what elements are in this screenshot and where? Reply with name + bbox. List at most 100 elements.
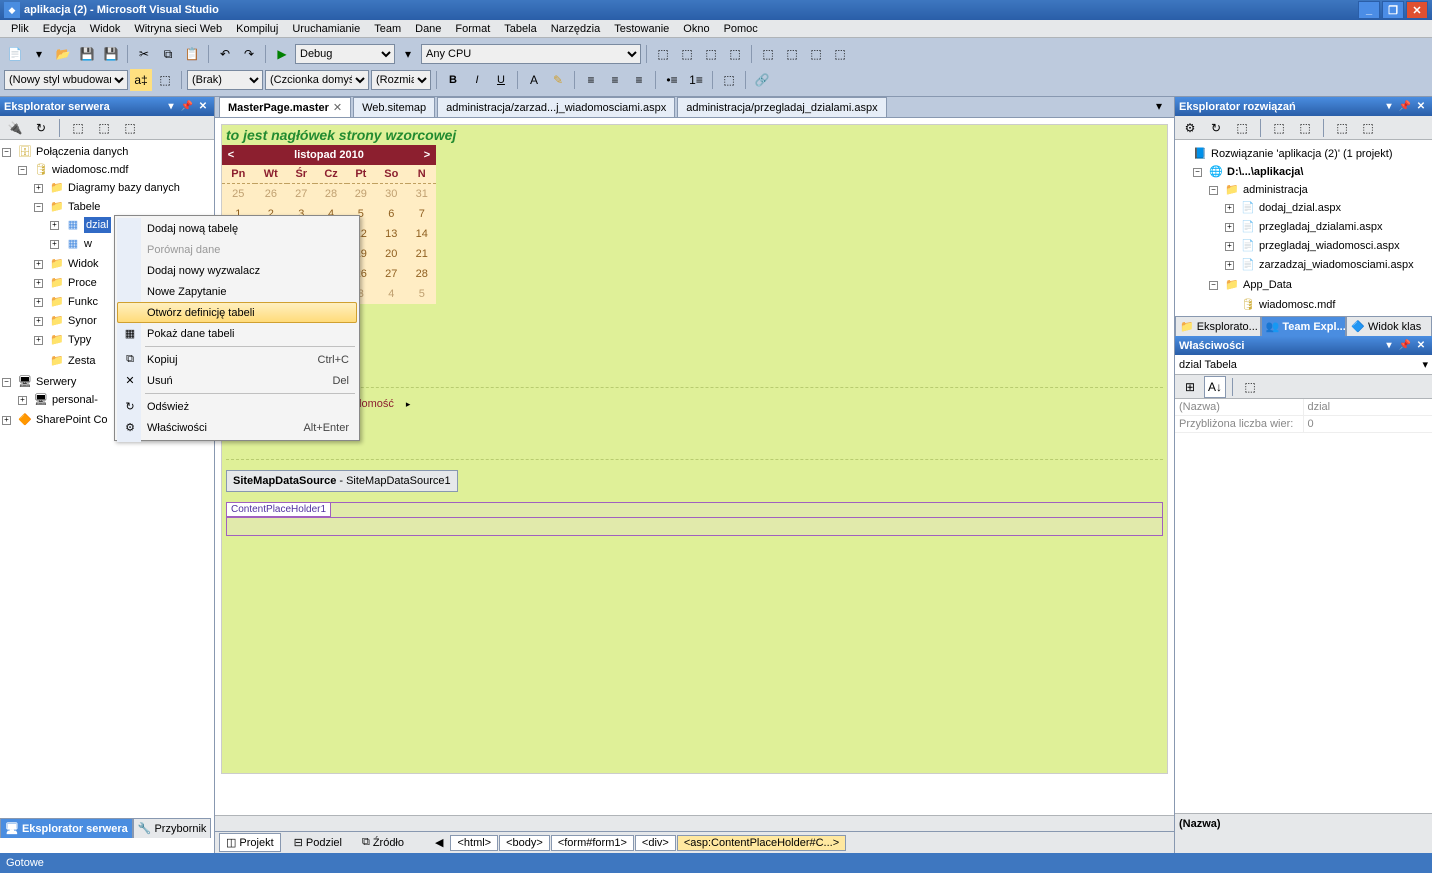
tree-node-connections[interactable]: Połączenia danych	[36, 144, 128, 160]
asp-config-icon[interactable]: ⬚	[1357, 117, 1379, 139]
tb-icon-7[interactable]: ⬚	[805, 43, 827, 65]
calendar-prev-button[interactable]: <	[222, 149, 240, 161]
menu-tabela[interactable]: Tabela	[497, 21, 543, 37]
expand-icon[interactable]: +	[2, 416, 11, 425]
expand-icon[interactable]: +	[18, 396, 27, 405]
collapse-icon[interactable]: −	[1209, 281, 1218, 290]
new-project-icon[interactable]: 📄	[4, 43, 26, 65]
menu-add-trigger[interactable]: Dodaj nowy wyzwalacz	[117, 260, 357, 281]
collapse-icon[interactable]: −	[18, 166, 27, 175]
doc-tab-1[interactable]: Web.sitemap	[353, 97, 435, 117]
pin-icon[interactable]: 📌	[180, 100, 194, 114]
align-center-icon[interactable]: ≡	[604, 69, 626, 91]
expand-icon[interactable]: +	[1225, 242, 1234, 251]
view-design-button[interactable]: ◫Projekt	[219, 833, 281, 852]
tree-node-table-w[interactable]: w	[84, 236, 92, 252]
menu-kompiluj[interactable]: Kompiluj	[229, 21, 285, 37]
tree-node-funcs[interactable]: Funkc	[68, 294, 98, 310]
tab-team-explorer[interactable]: 👥Team Expl...	[1261, 316, 1347, 336]
expand-icon[interactable]: +	[1225, 223, 1234, 232]
expand-icon[interactable]: +	[34, 260, 43, 269]
start-debug-icon[interactable]: ▶	[271, 43, 293, 65]
alphabetical-icon[interactable]: A↓	[1204, 376, 1226, 398]
copy-icon[interactable]: ⧉	[157, 43, 179, 65]
save-icon[interactable]: 💾	[76, 43, 98, 65]
tb-icon-8[interactable]: ⬚	[829, 43, 851, 65]
expand-icon[interactable]: +	[1225, 204, 1234, 213]
rule-select[interactable]: (Brak)	[187, 70, 263, 90]
calendar-day-cell[interactable]: 4	[375, 284, 408, 304]
property-pages-icon[interactable]: ⬚	[1239, 376, 1261, 398]
style-icon-a[interactable]: a‡	[130, 69, 152, 91]
maximize-button[interactable]: ❐	[1382, 1, 1404, 19]
menu-edycja[interactable]: Edycja	[36, 21, 83, 37]
cut-icon[interactable]: ✂	[133, 43, 155, 65]
content-placeholder[interactable]: ContentPlaceHolder1	[226, 502, 1163, 536]
breadcrumb-item[interactable]: <body>	[499, 835, 550, 851]
project-node[interactable]: D:\...\aplikacja\	[1227, 164, 1303, 180]
calendar-day-cell[interactable]: 30	[375, 184, 408, 205]
close-pane-icon[interactable]: ✕	[1414, 339, 1428, 353]
close-pane-icon[interactable]: ✕	[196, 100, 210, 114]
style-icon-b[interactable]: ⬚	[154, 69, 176, 91]
save-all-icon[interactable]: 💾	[100, 43, 122, 65]
menu-dane[interactable]: Dane	[408, 21, 448, 37]
server-icon-2[interactable]: ⬚	[93, 117, 115, 139]
paste-icon[interactable]: 📋	[181, 43, 203, 65]
redo-icon[interactable]: ↷	[238, 43, 260, 65]
property-value[interactable]: dzial	[1304, 399, 1432, 415]
doc-tab-3[interactable]: administracja/przegladaj_dzialami.aspx	[677, 97, 886, 117]
tree-node-table-dzial[interactable]: dzial	[84, 217, 111, 233]
tree-node-diagrams[interactable]: Diagramy bazy danych	[68, 180, 180, 196]
close-pane-icon[interactable]: ✕	[1414, 100, 1428, 114]
menu-copy[interactable]: ⧉KopiujCtrl+C	[117, 349, 357, 370]
menu-properties[interactable]: ⚙WłaściwościAlt+Enter	[117, 417, 357, 438]
breadcrumb-prev-icon[interactable]: ◀	[429, 835, 449, 850]
view-designer-icon[interactable]: ⬚	[1294, 117, 1316, 139]
expand-icon[interactable]: +	[34, 184, 43, 193]
platform-select[interactable]: Any CPU	[421, 44, 641, 64]
menu-show-data[interactable]: ▦Pokaż dane tabeli	[117, 323, 357, 344]
pin-icon[interactable]: 📌	[1398, 339, 1412, 353]
server-icon-1[interactable]: ⬚	[67, 117, 89, 139]
tab-toolbox[interactable]: 🔧Przybornik	[133, 818, 212, 838]
categorized-icon[interactable]: ⊞	[1179, 376, 1201, 398]
menu-refresh[interactable]: ↻Odśwież	[117, 396, 357, 417]
outdent-icon[interactable]: ⬚	[718, 69, 740, 91]
properties-grid[interactable]: (Nazwa)dzialPrzybliżona liczba wier:0	[1175, 399, 1432, 813]
solution-explorer-tree[interactable]: 📘Rozwiązanie 'aplikacja (2)' (1 projekt)…	[1175, 140, 1432, 316]
forecolor-icon[interactable]: A	[523, 69, 545, 91]
breadcrumb-item[interactable]: <div>	[635, 835, 676, 851]
menu-witryna-sieci-web[interactable]: Witryna sieci Web	[127, 21, 229, 37]
collapse-icon[interactable]: −	[2, 148, 11, 157]
calendar-day-cell[interactable]: 13	[375, 224, 408, 244]
dropdown-icon[interactable]: ▾	[1382, 100, 1396, 114]
calendar-day-cell[interactable]: 25	[222, 184, 255, 205]
tree-file[interactable]: przegladaj_dzialami.aspx	[1259, 219, 1383, 235]
tree-node-mdf[interactable]: wiadomosc.mdf	[1259, 297, 1335, 313]
font-select[interactable]: (Czcionka domyślna)	[265, 70, 369, 90]
expand-icon[interactable]: +	[34, 317, 43, 326]
tab-dropdown-icon[interactable]: ▾	[1148, 95, 1170, 117]
sitemap-datasource-control[interactable]: SiteMapDataSource - SiteMapDataSource1	[226, 470, 458, 492]
collapse-icon[interactable]: −	[2, 378, 11, 387]
tree-file[interactable]: zarzadzaj_wiadomosciami.aspx	[1259, 257, 1414, 273]
tb-icon-4[interactable]: ⬚	[724, 43, 746, 65]
tree-node-procs[interactable]: Proce	[68, 275, 97, 291]
hyperlink-icon[interactable]: 🔗	[751, 69, 773, 91]
view-code-icon[interactable]: ⬚	[1268, 117, 1290, 139]
dropdown-icon[interactable]: ▾	[164, 100, 178, 114]
expand-icon[interactable]: +	[1225, 261, 1234, 270]
expand-icon[interactable]: +	[50, 240, 59, 249]
tb-icon-6[interactable]: ⬚	[781, 43, 803, 65]
tab-server-explorer[interactable]: 🖥Eksplorator serwera	[0, 818, 133, 838]
calendar-day-cell[interactable]: 6	[375, 204, 408, 224]
tree-node-assem[interactable]: Zesta	[68, 353, 96, 369]
tree-file[interactable]: dodaj_dzial.aspx	[1259, 200, 1341, 216]
collapse-icon[interactable]: −	[34, 203, 43, 212]
dropdown-icon[interactable]: ▾	[1382, 339, 1396, 353]
menu-uruchamianie[interactable]: Uruchamianie	[285, 21, 367, 37]
list-number-icon[interactable]: 1≡	[685, 69, 707, 91]
menu-widok[interactable]: Widok	[83, 21, 128, 37]
expand-icon[interactable]: +	[34, 336, 43, 345]
